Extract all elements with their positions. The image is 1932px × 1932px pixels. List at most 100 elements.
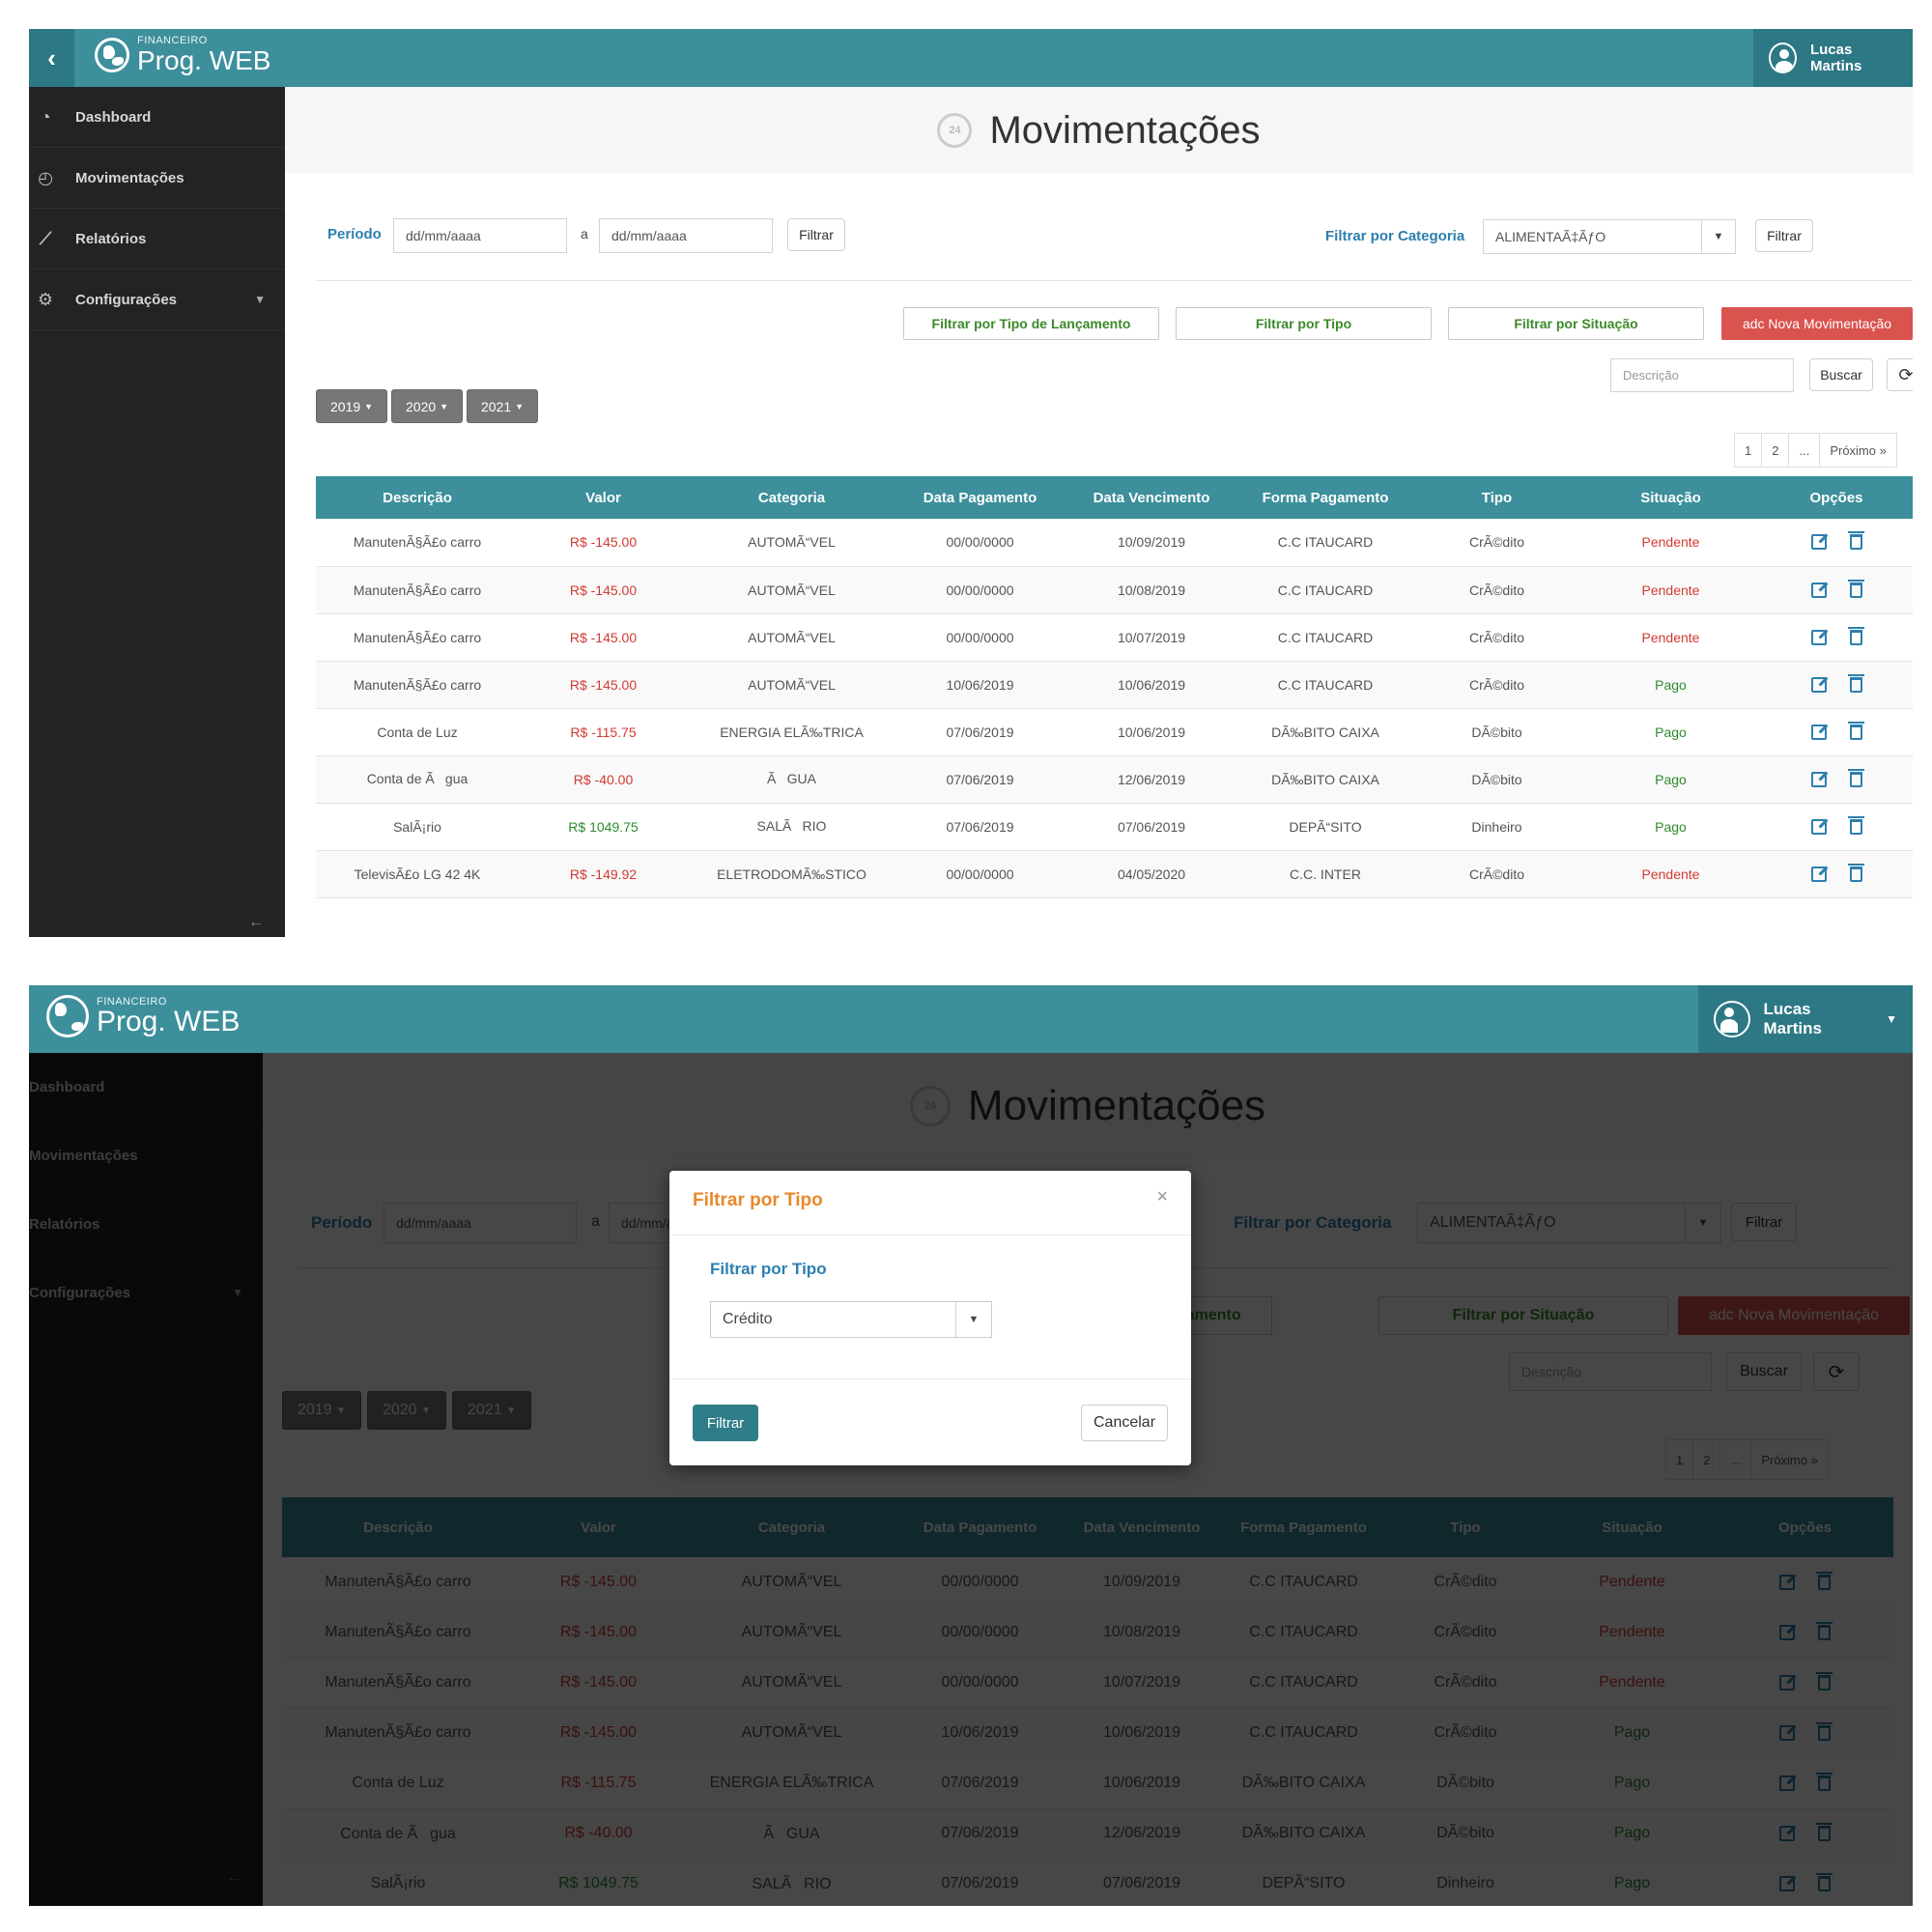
table-cell: Conta de Luz (316, 708, 519, 756)
collapse-sidebar-icon[interactable]: ← (248, 914, 264, 931)
year-2020-dropdown[interactable]: 2020 ▼ (391, 389, 463, 423)
filter-tipo-lancamento-button[interactable]: Filtrar por Tipo de Lançamento (903, 307, 1159, 340)
next-page-link[interactable]: Próximo » (1820, 434, 1896, 467)
table-row: Conta de LuzR$ -115.75ENERGIA ELÃ‰TRICA0… (316, 708, 1913, 756)
sidebar-item-relatorios[interactable]: ⟋ Relatórios (29, 209, 285, 270)
period-label: Período (327, 226, 382, 242)
brand-subtitle: FINANCEIRO (97, 996, 167, 1008)
options-cell (1760, 755, 1913, 804)
table-cell: 10/09/2019 (1065, 519, 1238, 567)
table-cell: ManutenÃ§Ã£o carro (316, 661, 519, 709)
edit-icon[interactable] (1810, 534, 1827, 551)
add-movimentacao-button[interactable]: adc Nova Movimentação (1721, 307, 1913, 340)
back-chevron-icon[interactable]: ‹ (29, 29, 74, 87)
line-chart-icon: ⟋ (39, 228, 52, 248)
user-menu[interactable]: Lucas Martins ▼ (1698, 985, 1913, 1053)
table-cell: 00/00/0000 (895, 613, 1065, 662)
trash-icon[interactable] (1847, 673, 1864, 693)
edit-icon[interactable] (1810, 771, 1827, 787)
trash-icon[interactable] (1847, 768, 1864, 787)
modal-cancel-button[interactable]: Cancelar (1081, 1405, 1168, 1441)
user-name: Lucas Martins (1763, 1000, 1822, 1037)
date-separator: a (581, 226, 588, 242)
filter-category-button[interactable]: Filtrar (1755, 219, 1813, 252)
filter-period-button[interactable]: Filtrar (787, 218, 845, 251)
top-bar: ‹ FINANCEIRO Prog. WEB Lucas Martins (29, 29, 1913, 87)
category-select[interactable]: ALIMENTAÃ‡ÃƒO ▼ (1483, 219, 1736, 254)
trash-icon[interactable] (1847, 626, 1864, 645)
year-2019-dropdown[interactable]: 2019 ▼ (316, 389, 387, 423)
refresh-icon[interactable]: ⟳ (1887, 358, 1913, 391)
tipo-select[interactable]: Crédito ▼ (710, 1301, 992, 1338)
page-ellipsis: ... (1789, 434, 1821, 467)
filter-situacao-button[interactable]: Filtrar por Situação (1448, 307, 1704, 340)
table-cell: CrÃ©dito (1412, 850, 1581, 898)
caret-down-icon: ▼ (515, 401, 524, 412)
row-actions (1764, 768, 1909, 787)
column-header: Forma Pagamento (1238, 476, 1412, 519)
main-content: 24 Movimentações Período dd/mm/aaaa a dd… (285, 87, 1913, 937)
table-cell: 07/06/2019 (1065, 803, 1238, 851)
trash-icon[interactable] (1847, 863, 1864, 882)
brand[interactable]: FINANCEIRO Prog. WEB (46, 995, 240, 1037)
sidebar-item-label: Relatórios (75, 230, 147, 247)
table-cell: Pendente (1581, 566, 1760, 614)
sidebar-item-label: Movimentações (75, 169, 185, 186)
brand-subtitle: FINANCEIRO (137, 35, 208, 46)
edit-icon[interactable] (1810, 676, 1827, 693)
screenshot-modal: FINANCEIRO Prog. WEB Lucas Martins ▼ Das… (29, 985, 1913, 1906)
table-cell: 12/06/2019 (1065, 755, 1238, 804)
table-cell: AUTOMÃ“VEL (688, 661, 895, 709)
table-cell: Pago (1581, 708, 1760, 756)
edit-icon[interactable] (1810, 629, 1827, 645)
page-2-link[interactable]: 2 (1762, 434, 1790, 467)
trash-icon[interactable] (1847, 531, 1864, 551)
brand[interactable]: FINANCEIRO Prog. WEB (95, 35, 270, 75)
modal-title: Filtrar por Tipo (693, 1190, 823, 1210)
trash-icon[interactable] (1847, 815, 1864, 835)
table-cell: DÃ‰BITO CAIXA (1238, 755, 1412, 804)
modal-filter-button[interactable]: Filtrar (693, 1405, 758, 1441)
gear-icon: ⚙ (37, 289, 54, 309)
table-cell: R$ -145.00 (519, 613, 688, 662)
edit-icon[interactable] (1810, 818, 1827, 835)
options-cell (1760, 661, 1913, 709)
trash-icon[interactable] (1847, 721, 1864, 740)
year-label: 2019 (330, 398, 361, 414)
year-label: 2021 (481, 398, 512, 414)
table-cell: Pago (1581, 755, 1760, 804)
search-input[interactable]: Descrição (1610, 358, 1794, 392)
edit-icon[interactable] (1810, 866, 1827, 882)
category-label: Filtrar por Categoria (1325, 228, 1465, 244)
user-name: Lucas Martins (1809, 42, 1862, 74)
year-2021-dropdown[interactable]: 2021 ▼ (467, 389, 538, 423)
column-header: Data Pagamento (895, 476, 1065, 519)
user-menu[interactable]: Lucas Martins (1753, 29, 1913, 87)
edit-icon[interactable] (1810, 582, 1827, 598)
sidebar-item-configuracoes[interactable]: ⚙ Configurações ▼ (29, 270, 285, 330)
search-button[interactable]: Buscar (1809, 358, 1873, 391)
date-start-input[interactable]: dd/mm/aaaa (393, 218, 567, 253)
sidebar-item-dashboard[interactable]: ◔ Dashboard (29, 87, 285, 148)
table-cell: R$ -149.92 (519, 850, 688, 898)
table-cell: CrÃ©dito (1412, 519, 1581, 567)
table-cell: DEPÃ“SITO (1238, 803, 1412, 851)
trash-icon[interactable] (1847, 579, 1864, 598)
table-cell: AUTOMÃ“VEL (688, 519, 895, 567)
date-end-input[interactable]: dd/mm/aaaa (599, 218, 773, 253)
edit-icon[interactable] (1810, 724, 1827, 740)
table-cell: C.C ITAUCARD (1238, 661, 1412, 709)
table-cell: R$ -145.00 (519, 566, 688, 614)
close-icon[interactable]: × (1156, 1186, 1168, 1208)
table-cell: 10/06/2019 (1065, 708, 1238, 756)
filter-tipo-button[interactable]: Filtrar por Tipo (1176, 307, 1432, 340)
table-cell: C.C ITAUCARD (1238, 613, 1412, 662)
table-cell: 00/00/0000 (895, 519, 1065, 567)
sidebar-item-movimentacoes[interactable]: ◴ Movimentações (29, 148, 285, 209)
page-1-link[interactable]: 1 (1735, 434, 1763, 467)
table-cell: 10/08/2019 (1065, 566, 1238, 614)
caret-down-icon: ▼ (364, 401, 373, 412)
table-cell: R$ -40.00 (519, 755, 688, 804)
table-cell: ENERGIA ELÃ‰TRICA (688, 708, 895, 756)
table-cell: 04/05/2020 (1065, 850, 1238, 898)
